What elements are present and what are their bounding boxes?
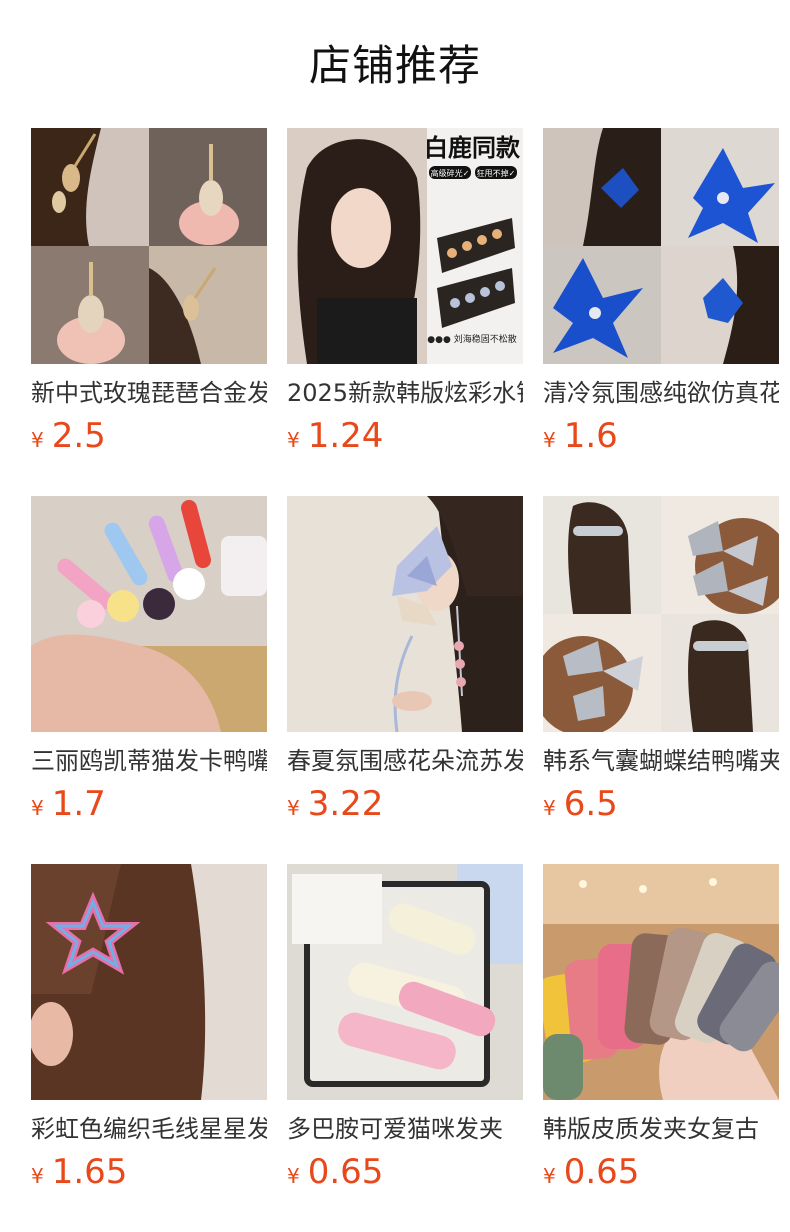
currency-symbol: ¥ [287,428,300,452]
product-price: ¥1.7 [31,784,267,830]
blue-lily-clip-photo[interactable] [543,128,779,364]
product-card[interactable]: 白鹿同款 高级碎光✓ 狂甩不掉✓ ●●● 刘海稳固不松散 2025新款韩版炫彩水… [287,128,523,462]
product-card[interactable]: 韩版皮质发夹女复古 ¥0.65 [543,864,779,1198]
product-card[interactable]: 彩虹色编织毛线星星发夹 ¥1.65 [31,864,267,1198]
product-card[interactable]: 韩系气囊蝴蝶结鸭嘴夹 ¥6.5 [543,496,779,830]
product-price: ¥1.6 [543,416,779,462]
product-name[interactable]: 韩版皮质发夹女复古 [543,1114,779,1144]
currency-symbol: ¥ [31,1164,44,1188]
product-price: ¥6.5 [543,784,779,830]
product-card[interactable]: 新中式玫瑰琵琶合金发夹 ¥2.5 [31,128,267,462]
product-name[interactable]: 新中式玫瑰琵琶合金发夹 [31,378,267,408]
section-title: 店铺推荐 [308,41,481,90]
pipa-hairclip-photo[interactable] [31,128,267,364]
sanrio-clips-photo[interactable] [31,496,267,732]
product-name[interactable]: 多巴胺可爱猫咪发夹 [287,1114,523,1144]
product-name[interactable]: 三丽鸥凯蒂猫发卡鸭嘴夹 [31,746,267,776]
currency-symbol: ¥ [287,796,300,820]
product-price: ¥2.5 [31,416,267,462]
price-value: 0.65 [307,1152,384,1192]
kitty-clip-photo[interactable] [287,864,523,1100]
silver-bow-clip-photo[interactable] [543,496,779,732]
product-card[interactable]: 春夏氛围感花朵流苏发夹 ¥3.22 [287,496,523,830]
price-value: 1.24 [307,416,384,456]
price-value: 1.65 [51,1152,128,1192]
product-name[interactable]: 彩虹色编织毛线星星发夹 [31,1114,267,1144]
currency-symbol: ¥ [543,796,556,820]
product-price: ¥1.65 [31,1152,267,1198]
product-name[interactable]: 清冷氛围感纯欲仿真花朵发夹 [543,378,779,408]
currency-symbol: ¥ [543,428,556,452]
overlay-headline: 白鹿同款 [424,134,521,162]
rhinestone-clip-photo[interactable]: 白鹿同款 高级碎光✓ 狂甩不掉✓ ●●● 刘海稳固不松散 [287,128,523,364]
product-card[interactable]: 清冷氛围感纯欲仿真花朵发夹 ¥1.6 [543,128,779,462]
rainbow-star-clip-photo[interactable] [31,864,267,1100]
product-price: ¥3.22 [287,784,523,830]
currency-symbol: ¥ [31,428,44,452]
product-price: ¥0.65 [543,1152,779,1198]
overlay-tag: 狂甩不掉✓ [477,168,516,178]
overlay-tag: 高级碎光✓ [431,168,470,178]
price-value: 1.6 [563,416,618,456]
product-price: ¥0.65 [287,1152,523,1198]
currency-symbol: ¥ [543,1164,556,1188]
price-value: 0.65 [563,1152,640,1192]
product-price: ¥1.24 [287,416,523,462]
leather-clip-photo[interactable] [543,864,779,1100]
flower-tassel-clip-photo[interactable] [287,496,523,732]
currency-symbol: ¥ [287,1164,300,1188]
price-value: 1.7 [51,784,106,824]
price-value: 2.5 [51,416,106,456]
price-value: 3.22 [307,784,384,824]
price-value: 6.5 [563,784,618,824]
product-name[interactable]: 春夏氛围感花朵流苏发夹 [287,746,523,776]
product-name[interactable]: 2025新款韩版炫彩水钻发夹 [287,378,523,408]
currency-symbol: ¥ [31,796,44,820]
product-name[interactable]: 韩系气囊蝴蝶结鸭嘴夹 [543,746,779,776]
product-card[interactable]: 多巴胺可爱猫咪发夹 ¥0.65 [287,864,523,1198]
product-card[interactable]: 三丽鸥凯蒂猫发卡鸭嘴夹 ¥1.7 [31,496,267,830]
overlay-foot: ●●● 刘海稳固不松散 [427,333,516,345]
